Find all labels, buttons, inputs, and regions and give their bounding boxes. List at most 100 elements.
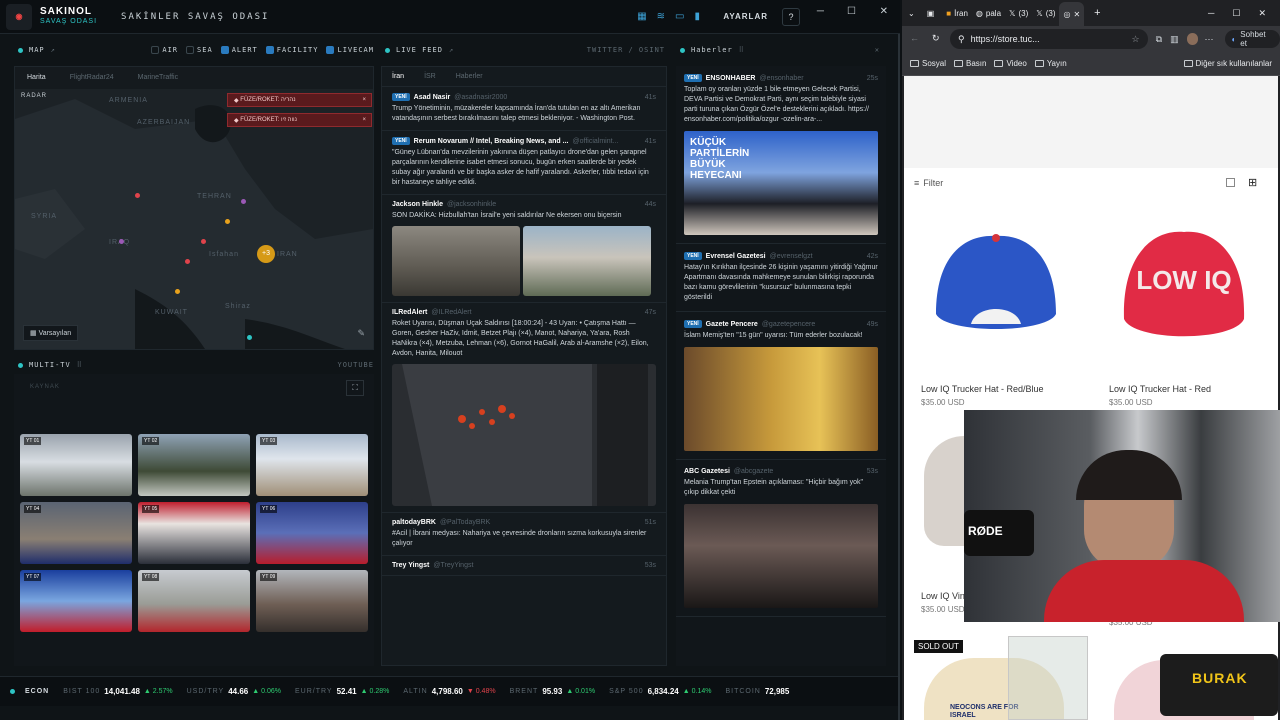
filter-sea[interactable]: SEA	[186, 46, 213, 54]
chevron-down-icon[interactable]: ⌄	[908, 9, 915, 18]
bookmark-folder[interactable]: Sosyal	[910, 59, 946, 68]
filter-alert[interactable]: ALERT	[220, 46, 258, 54]
map-canvas[interactable]: RADAR ARMENIA AZERBAIJAN TEHRAN SYRIA IR…	[15, 89, 373, 349]
maximize-icon[interactable]: ☐	[847, 6, 856, 17]
browser-tab[interactable]: ■ İran	[942, 3, 972, 23]
tab-isr[interactable]: İSR	[414, 73, 446, 80]
tv-tile[interactable]: YT 04	[20, 502, 132, 564]
close-icon[interactable]: ×	[362, 97, 366, 103]
star-icon[interactable]: ☆	[1132, 34, 1140, 45]
map-marker[interactable]	[241, 199, 246, 204]
product-title[interactable]: Low IQ Vin	[921, 591, 965, 601]
rss-icon[interactable]: ≋	[657, 11, 665, 22]
close-icon[interactable]: ✕	[1073, 10, 1080, 19]
post-image[interactable]	[392, 226, 520, 296]
post-map-image[interactable]	[392, 364, 656, 506]
help-button[interactable]: ?	[782, 8, 800, 26]
tv-tile[interactable]: YT 01	[20, 434, 132, 496]
cluster-marker[interactable]: +3	[257, 245, 275, 263]
checkbox-checked-icon[interactable]	[326, 46, 335, 54]
tv-tile[interactable]: YT 09	[256, 570, 368, 632]
checkbox-checked-icon[interactable]	[220, 46, 229, 54]
news-image[interactable]	[684, 504, 878, 608]
tab-harita[interactable]: Harita	[15, 74, 58, 81]
filter-air[interactable]: AIR	[151, 46, 178, 54]
news-item[interactable]: YENİ ENSONHABER @ensonhaber 25s Toplam oy o…	[676, 66, 886, 244]
close-icon[interactable]: ×	[362, 117, 366, 123]
feed-post[interactable]: ILRedAlert @ILRedAlert 47s Roket Uyarısı, …	[382, 303, 666, 513]
news-image[interactable]	[684, 347, 878, 451]
close-icon[interactable]: ✕	[875, 46, 880, 54]
filter-facility[interactable]: FACILITY	[265, 46, 319, 54]
map-marker[interactable]	[135, 193, 140, 198]
external-link-icon[interactable]: ↗	[449, 46, 454, 54]
feed-post[interactable]: paltodayBRK @PalTodayBRK 51s #Acil | İbran…	[382, 513, 666, 556]
back-icon[interactable]: ←	[910, 33, 919, 43]
browser-tab[interactable]: 𝕏 (3)	[1032, 3, 1059, 23]
grid-view-icon[interactable]: ⊞	[1248, 176, 1257, 189]
tab-marinetraffic[interactable]: MarineTraffic	[126, 74, 190, 81]
news-image[interactable]: KÜÇÜK PARTİLERİN BÜYÜK HEYECANI	[684, 131, 878, 235]
bookmark-folder[interactable]: Yayın	[1034, 59, 1067, 68]
external-link-icon[interactable]: ↗	[51, 46, 56, 54]
avatar[interactable]	[1186, 33, 1199, 45]
sidebar-icon[interactable]: ▥	[1170, 34, 1179, 45]
feed-post[interactable]: YENİ Rerum Novarum // Intel, Breaking New…	[382, 131, 666, 195]
browser-tab[interactable]: ◍ pala	[972, 3, 1005, 23]
product-title[interactable]: Low IQ Trucker Hat - Red/Blue	[921, 384, 1044, 394]
alert-pill[interactable]: ◆ FÜZE/ROKET: נווה זיו ×	[227, 113, 372, 127]
tab-actions-icon[interactable]: ▣	[927, 9, 935, 18]
refresh-icon[interactable]: ↻	[932, 33, 940, 44]
tv-tile[interactable]: YT 05	[138, 502, 250, 564]
close-icon[interactable]: ✕	[880, 6, 888, 17]
tv-tile[interactable]: YT 08	[138, 570, 250, 632]
settings-button[interactable]: AYARLAR	[723, 12, 768, 21]
pencil-icon[interactable]: ✎	[357, 328, 365, 339]
chart-icon[interactable]: ▮	[694, 11, 700, 22]
tv-icon[interactable]: ▭	[675, 11, 684, 22]
product-image-red-hat[interactable]: LOW IQ	[1114, 224, 1254, 354]
more-icon[interactable]: ⋯	[1204, 34, 1213, 45]
post-image[interactable]	[523, 226, 651, 296]
tv-tile[interactable]: YT 06	[256, 502, 368, 564]
alert-pill[interactable]: ◆ FÜZE/ROKET: נהריה ×	[227, 93, 372, 107]
map-marker[interactable]	[201, 239, 206, 244]
close-icon[interactable]: ✕	[1258, 8, 1266, 19]
checkbox-checked-icon[interactable]	[265, 46, 274, 54]
drag-handle-icon[interactable]: ⠿	[77, 361, 83, 369]
news-item[interactable]: ABC Gazetesi @abcgazete 53s Melania Trump'…	[676, 460, 886, 617]
bookmark-folder[interactable]: Basın	[954, 59, 986, 68]
feed-post[interactable]: Jackson Hinkle @jacksonhinkle 44s SON DAKİ…	[382, 195, 666, 303]
tv-tile[interactable]: YT 02	[138, 434, 250, 496]
bookmark-folder[interactable]: Video	[994, 59, 1027, 68]
news-item[interactable]: YENİ Gazete Pencere @gazetepencere 49s İsla…	[676, 312, 886, 460]
tv-tile[interactable]: YT 03	[256, 434, 368, 496]
checkbox-icon[interactable]	[186, 46, 195, 54]
map-marker[interactable]	[119, 239, 124, 244]
map-marker[interactable]	[247, 335, 252, 340]
extensions-icon[interactable]: ⧉	[1156, 34, 1162, 45]
product-image-glass[interactable]	[1008, 636, 1088, 720]
product-title[interactable]: Low IQ Trucker Hat - Red	[1109, 384, 1211, 394]
maximize-icon[interactable]: ☐	[1232, 8, 1240, 19]
feed-post[interactable]: YENİ Asad Nasir @asadnasir2000 41s Trump Yö…	[382, 87, 666, 131]
product-image-blue-hat[interactable]	[926, 224, 1066, 354]
browser-tab[interactable]: 𝕏 (3)	[1005, 3, 1032, 23]
news-item[interactable]: YENİ Evrensel Gazetesi @evrenselgzt 42s Hat…	[676, 244, 886, 312]
checkbox-icon[interactable]	[151, 46, 160, 54]
map-icon[interactable]: ▦	[637, 11, 646, 22]
filter-button[interactable]: ≡ Filter	[914, 178, 943, 188]
tab-flightradar[interactable]: FlightRadar24	[58, 74, 126, 81]
minimize-icon[interactable]: ─	[1208, 8, 1214, 19]
drag-handle-icon[interactable]: ⠿	[739, 46, 745, 54]
browser-tab-active[interactable]: ◎ ✕	[1059, 2, 1085, 26]
new-tab-icon[interactable]: +	[1094, 7, 1100, 19]
tv-tile[interactable]: YT 07	[20, 570, 132, 632]
fullscreen-icon[interactable]: ⛶	[346, 380, 364, 396]
feed-post[interactable]: Trey Yingst @TreyYingst 53s	[382, 556, 666, 576]
minimize-icon[interactable]: ─	[817, 6, 824, 17]
address-bar[interactable]: ⚲ https://store.tuc... ☆	[950, 29, 1148, 49]
tab-iran[interactable]: İran	[382, 73, 414, 80]
site-info-icon[interactable]: ⚲	[958, 34, 965, 45]
map-marker[interactable]	[175, 289, 180, 294]
